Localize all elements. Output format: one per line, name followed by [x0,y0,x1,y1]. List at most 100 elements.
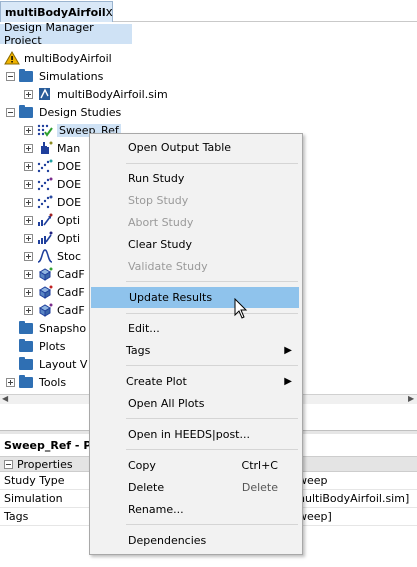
submenu-arrow-icon: ▶ [284,345,292,356]
tree-item-layout-views[interactable]: Layout V [19,355,87,373]
menu-item-run-study[interactable]: Run Study [90,168,302,189]
folder-icon [19,68,33,82]
tree-label-study: Opti [57,231,81,245]
tree-item-study[interactable]: DOE [24,175,81,193]
warning-project-icon [4,51,20,65]
tree-label-study: DOE [57,177,82,191]
menu-item-create-plot[interactable]: Create Plot ▶ [90,371,302,392]
expand-icon[interactable] [24,287,33,297]
tree-label-plots: Plots [39,339,66,353]
menu-separator [126,524,298,525]
menu-item-label: Clear Study [128,238,193,251]
tree-item-sim-file[interactable]: multiBodyAirfoil.sim [24,85,168,103]
tree-root[interactable]: multiBodyAirfoil [4,49,112,67]
menu-item-open-output-table[interactable]: Open Output Table [90,137,302,158]
tree-label-layout-views: Layout V [39,357,88,371]
tree-item-study[interactable]: Stoc [24,247,81,265]
tree-item-study[interactable]: CadF [24,283,85,301]
tree-item-design-studies[interactable]: Design Studies [6,103,121,121]
collapse-icon[interactable] [6,107,15,117]
tree-item-study[interactable]: CadF [24,301,85,319]
sweep-study-icon [37,123,53,137]
tree-item-snapshots[interactable]: Snapsho [19,319,86,337]
menu-item-label: Create Plot [126,375,187,388]
collapse-icon[interactable] [6,71,15,81]
tree-label-study: Opti [57,213,81,227]
menu-item-label: Dependencies [128,534,207,547]
menu-item-label: Open in HEEDS|post... [128,428,250,441]
cad-study-icon [37,285,53,299]
context-menu: Open Output Table Run Study Stop Study A… [89,133,303,555]
expand-icon[interactable] [24,269,33,279]
menu-item-delete[interactable]: Delete Delete [90,477,302,498]
menu-item-stop-study[interactable]: Stop Study [90,190,302,211]
menu-item-abort-study[interactable]: Abort Study [90,212,302,233]
submenu-arrow-icon: ▶ [284,376,292,387]
menu-item-validate-study[interactable]: Validate Study [90,256,302,277]
menu-item-label: Stop Study [128,194,189,207]
folder-icon [19,374,33,388]
expand-icon[interactable] [24,143,33,153]
menu-separator [126,313,298,314]
menu-item-copy[interactable]: Copy Ctrl+C [90,455,302,476]
menu-item-label: Edit... [128,322,160,335]
menu-item-label: Update Results [129,291,213,304]
expand-icon[interactable] [6,377,15,387]
collapse-icon[interactable] [4,459,13,469]
folder-icon [19,320,33,334]
expand-icon[interactable] [24,179,33,189]
menu-item-tags[interactable]: Tags ▶ [90,340,302,361]
menu-separator [126,281,298,282]
expand-icon[interactable] [24,305,33,315]
close-icon[interactable]: x [106,5,113,19]
mouse-cursor-icon [234,297,248,323]
tab-multibodyairfoil[interactable]: multiBodyAirfoil x [0,1,113,22]
design-manager-project-tab[interactable]: Design Manager Project [0,21,132,47]
menu-item-label: Copy [128,459,156,472]
shortcut-label: Ctrl+C [241,459,278,472]
tree-item-study[interactable]: CadF [24,265,85,283]
tree-label-study: DOE [57,159,82,173]
expand-icon[interactable] [24,251,33,261]
scroll-right-icon[interactable]: ▶ [408,394,414,403]
menu-item-clear-study[interactable]: Clear Study [90,234,302,255]
expand-icon[interactable] [24,89,33,99]
tree-item-study[interactable]: DOE [24,193,81,211]
manual-study-icon [37,141,53,155]
menu-item-open-all-plots[interactable]: Open All Plots [90,393,302,414]
tree-label-study: CadF [57,267,85,281]
expand-icon[interactable] [24,233,33,243]
menu-item-update-results[interactable]: Update Results [91,287,299,308]
tree-item-tools[interactable]: Tools [6,373,66,391]
tree-item-plots[interactable]: Plots [19,337,65,355]
doe-study-icon [37,159,53,173]
menu-separator [126,418,298,419]
expand-icon[interactable] [24,125,33,135]
doe-study-icon [37,195,53,209]
tree-label-study: DOE [57,195,82,209]
menu-item-dependencies[interactable]: Dependencies [90,530,302,551]
tree-item-study[interactable]: Man [24,139,80,157]
menu-item-label: Abort Study [128,216,194,229]
expand-icon[interactable] [24,197,33,207]
tree-item-simulations[interactable]: Simulations [6,67,103,85]
tree-label-study: Stoc [57,249,82,263]
menu-item-open-in-heeds[interactable]: Open in HEEDS|post... [90,424,302,445]
menu-item-label: Tags [126,344,151,357]
tree-item-study[interactable]: Opti [24,229,80,247]
stochastic-study-icon [37,249,53,263]
tree-item-study[interactable]: Opti [24,211,80,229]
tree-label-study: Man [57,141,81,155]
tree-label-snapshots: Snapsho [39,321,87,335]
menu-item-edit[interactable]: Edit... [90,318,302,339]
menu-item-label: Open Output Table [128,141,232,154]
folder-icon [19,104,33,118]
tree-item-study[interactable]: DOE [24,157,81,175]
expand-icon[interactable] [24,215,33,225]
menu-item-rename[interactable]: Rename... [90,499,302,520]
tab-strip: multiBodyAirfoil x [0,0,417,22]
menu-separator [126,449,298,450]
doe-study-icon [37,177,53,191]
expand-icon[interactable] [24,161,33,171]
scroll-left-icon[interactable]: ◀ [2,394,8,403]
